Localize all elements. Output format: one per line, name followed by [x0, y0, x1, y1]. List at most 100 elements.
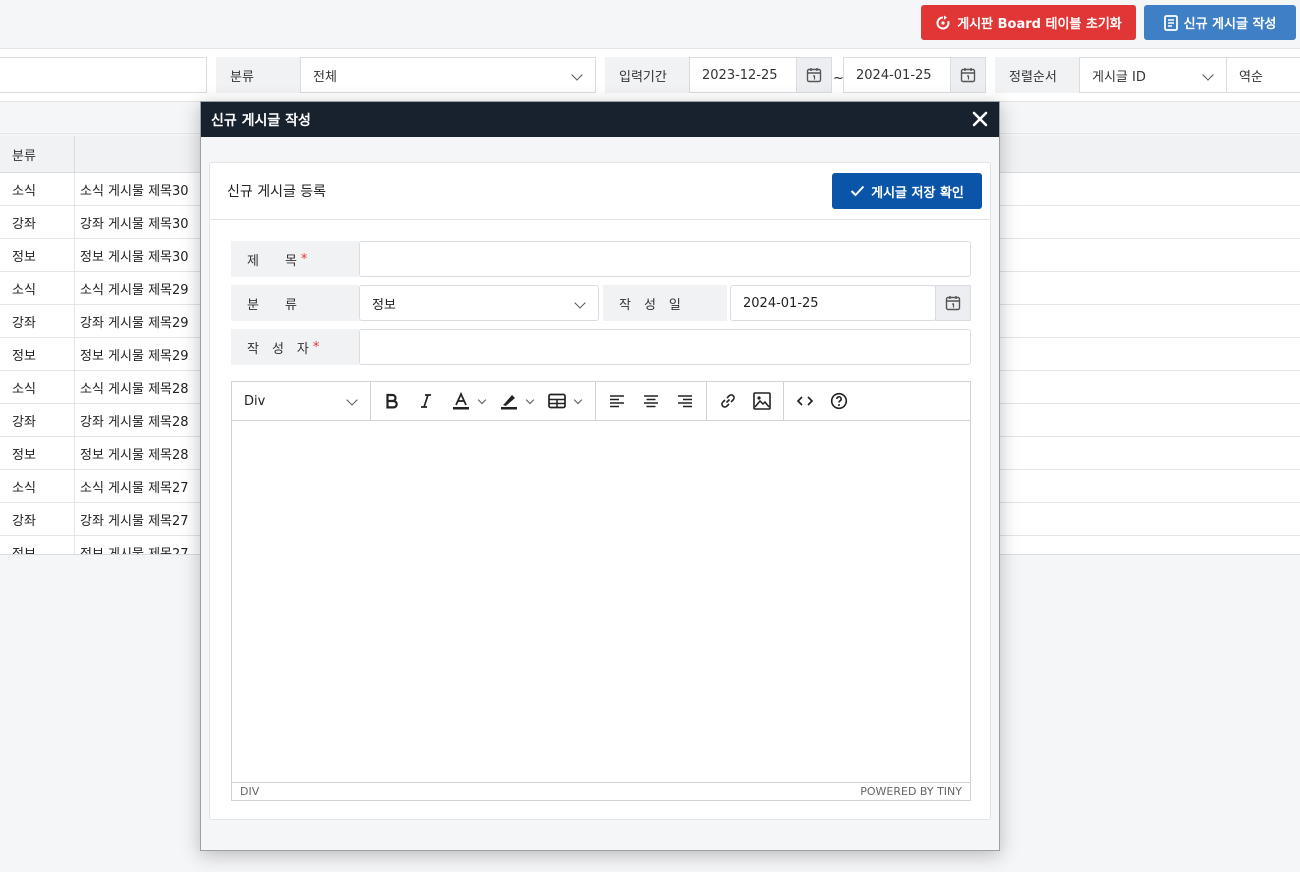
cell-category: 강좌 — [0, 206, 75, 238]
cell-category: 정보 — [0, 437, 75, 469]
bold-icon — [386, 393, 398, 409]
rich-text-editor: Div DIV POWERED BY TINY — [231, 381, 971, 801]
align-center-button[interactable] — [636, 386, 666, 416]
insert-group — [707, 381, 784, 421]
cell-title: 강좌 게시물 제목27 — [80, 513, 189, 529]
author-row: 작 성 자 * — [231, 329, 971, 365]
editor-statusbar: DIV POWERED BY TINY — [232, 782, 970, 800]
required-mark: * — [312, 339, 320, 355]
sort-field-select[interactable]: 게시글 ID — [1079, 57, 1227, 93]
cell-title: 강좌 게시물 제목28 — [80, 414, 189, 430]
cell-title: 정보 게시물 제목29 — [80, 348, 189, 364]
date-from-calendar-button[interactable] — [796, 57, 832, 93]
category-label: 분 류 — [231, 285, 359, 321]
block-format-select[interactable]: Div — [232, 381, 371, 421]
date-from-input[interactable]: 2023-12-25 — [689, 57, 797, 93]
cell-category: 강좌 — [0, 404, 75, 436]
author-input[interactable] — [359, 329, 971, 365]
cell-category: 정보 — [0, 536, 75, 554]
post-form-panel: 신규 게시글 등록 게시글 저장 확인 제 목 * 분 류 정보 작 성 일 20… — [209, 162, 991, 820]
align-center-icon — [644, 395, 658, 408]
cell-category: 정보 — [0, 338, 75, 370]
table-icon — [548, 393, 566, 409]
editor-toolbar: Div — [232, 381, 970, 421]
editor-content-area[interactable] — [232, 421, 970, 782]
date-to-value: 2024-01-25 — [856, 67, 932, 83]
help-button[interactable] — [824, 386, 854, 416]
category-filter-select[interactable]: 전체 — [300, 57, 596, 93]
format-group — [371, 381, 596, 421]
top-bar: 게시판 Board 테이블 초기화 신규 게시글 작성 — [0, 0, 1300, 49]
image-icon — [753, 392, 771, 410]
created-date-label: 작 성 일 — [603, 285, 727, 321]
align-group — [596, 381, 707, 421]
code-icon — [796, 396, 814, 406]
cell-category: 강좌 — [0, 305, 75, 337]
highlight-color-button[interactable] — [493, 386, 537, 416]
search-input[interactable] — [0, 57, 207, 93]
table-button[interactable] — [541, 386, 585, 416]
created-date-calendar-button[interactable] — [935, 285, 971, 321]
panel-header: 신규 게시글 등록 게시글 저장 확인 — [210, 163, 990, 220]
date-to-calendar-button[interactable] — [950, 57, 986, 93]
subject-label-text: 제 목 — [247, 253, 297, 269]
category-filter-label: 분류 — [216, 57, 300, 93]
date-from-value: 2023-12-25 — [702, 67, 778, 83]
category-select[interactable]: 정보 — [359, 285, 599, 321]
subject-input[interactable] — [359, 241, 971, 277]
link-icon — [721, 394, 735, 408]
sort-field-value: 게시글 ID — [1092, 69, 1146, 85]
bold-button[interactable] — [377, 386, 407, 416]
subject-row: 제 목 * — [231, 241, 971, 277]
powered-by-link[interactable]: POWERED BY TINY — [860, 785, 962, 798]
save-post-button[interactable]: 게시글 저장 확인 — [832, 173, 982, 209]
insert-image-button[interactable] — [747, 386, 777, 416]
panel-title: 신규 게시글 등록 — [227, 184, 327, 200]
chevron-down-icon — [573, 395, 583, 405]
reset-board-table-button[interactable]: 게시판 Board 테이블 초기화 — [921, 5, 1136, 40]
source-code-button[interactable] — [790, 386, 820, 416]
created-date-input[interactable]: 2024-01-25 — [730, 285, 936, 321]
highlighter-icon — [501, 395, 517, 410]
align-right-button[interactable] — [670, 386, 700, 416]
sort-order-value: 역순 — [1239, 69, 1263, 85]
category-date-row: 분 류 정보 작 성 일 2024-01-25 — [231, 285, 971, 321]
chevron-down-icon — [525, 395, 535, 405]
align-right-icon — [678, 395, 692, 408]
calendar-icon — [945, 296, 961, 311]
chevron-down-icon — [346, 393, 358, 406]
sort-filter-label: 정렬순서 — [995, 57, 1079, 93]
align-left-button[interactable] — [602, 386, 632, 416]
new-post-button[interactable]: 신규 게시글 작성 — [1144, 5, 1296, 40]
text-color-icon — [453, 392, 469, 410]
cell-title: 소식 게시물 제목27 — [80, 480, 189, 496]
category-filter-value: 전체 — [313, 69, 337, 85]
chevron-down-icon — [571, 69, 583, 81]
filter-bar: 분류 전체 입력기간 2023-12-25 ~ 2024-01-25 정렬순서 … — [0, 49, 1300, 102]
help-icon — [830, 392, 848, 410]
chevron-down-icon — [477, 395, 487, 405]
element-path[interactable]: DIV — [240, 785, 259, 798]
sort-order-select[interactable]: 역순 — [1226, 57, 1300, 93]
text-color-button[interactable] — [445, 386, 489, 416]
calendar-icon — [806, 68, 822, 83]
date-to-input[interactable]: 2024-01-25 — [843, 57, 951, 93]
cell-category: 소식 — [0, 173, 75, 205]
check-icon — [850, 185, 865, 197]
close-icon[interactable] — [971, 110, 989, 128]
cell-title: 소식 게시물 제목30 — [80, 183, 189, 199]
modal-header: 신규 게시글 작성 — [201, 102, 999, 137]
cell-title: 정보 게시물 제목28 — [80, 447, 189, 463]
save-post-label: 게시글 저장 확인 — [871, 185, 964, 201]
created-date-value: 2024-01-25 — [743, 295, 819, 311]
new-post-label: 신규 게시글 작성 — [1183, 17, 1277, 32]
italic-button[interactable] — [411, 386, 441, 416]
cell-title: 강좌 게시물 제목30 — [80, 216, 189, 232]
insert-link-button[interactable] — [713, 386, 743, 416]
category-select-value: 정보 — [372, 297, 396, 313]
new-post-modal: 신규 게시글 작성 신규 게시글 등록 게시글 저장 확인 제 목 * 분 류 정… — [200, 101, 1000, 851]
column-header-category[interactable]: 분류 — [0, 136, 75, 173]
period-filter-label: 입력기간 — [605, 57, 689, 93]
reset-board-table-label: 게시판 Board 테이블 초기화 — [957, 17, 1122, 32]
cell-category: 소식 — [0, 272, 75, 304]
